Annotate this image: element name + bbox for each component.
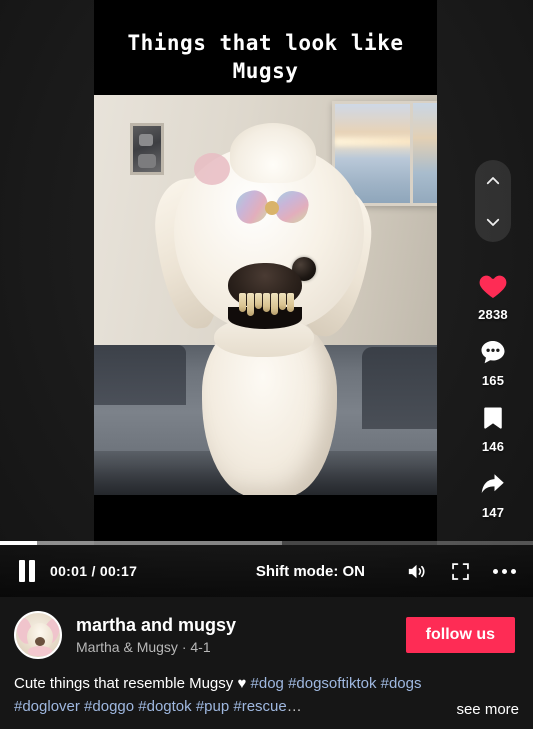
- heart-icon[interactable]: [475, 268, 511, 304]
- like-count: 2838: [478, 307, 508, 322]
- dog-subject: [144, 117, 394, 495]
- video-caption: Cute things that resemble Mugsy ♥ #dog #…: [14, 673, 446, 718]
- dog-teeth: [232, 293, 300, 319]
- comment-action[interactable]: 165: [475, 334, 511, 388]
- share-action[interactable]: 147: [475, 466, 511, 520]
- caption-hashtags-line2[interactable]: #doglover #doggo #dogtok #pup #rescue: [14, 698, 287, 715]
- volume-on-icon[interactable]: [401, 556, 431, 586]
- video-photo: [94, 95, 437, 495]
- fullscreen-icon[interactable]: [445, 556, 475, 586]
- caption-ellipsis: …: [286, 697, 302, 715]
- author-row: martha and mugsy Martha & Mugsy · 4-1 fo…: [14, 611, 519, 659]
- hair-bow-icon: [233, 188, 311, 226]
- chevron-up-icon[interactable]: [484, 172, 502, 190]
- comment-icon[interactable]: [475, 334, 511, 370]
- author-username[interactable]: martha and mugsy: [76, 615, 406, 637]
- tiktok-video-player: Things that look like Mugsy 2838 165 146…: [0, 0, 533, 729]
- wall-art-far-right: [410, 103, 437, 203]
- dog-pigtail: [194, 153, 230, 185]
- bookmark-action[interactable]: 146: [475, 400, 511, 454]
- caption-text: Cute things that resemble Mugsy: [14, 675, 238, 692]
- bookmark-icon[interactable]: [475, 400, 511, 436]
- author-subtitle: Martha & Mugsy · 4-1: [76, 638, 211, 655]
- avatar[interactable]: [14, 611, 62, 659]
- share-count: 147: [481, 505, 505, 520]
- video-navigation-pill[interactable]: [475, 160, 511, 242]
- heart-glyph-icon: ♥: [237, 675, 247, 692]
- time-display: 00:01 / 00:17: [50, 563, 138, 579]
- author-texts: martha and mugsy Martha & Mugsy · 4-1: [76, 615, 406, 655]
- video-frame[interactable]: Things that look like Mugsy: [94, 0, 437, 545]
- controls-row: 00:01 / 00:17 Shift mode: ON: [0, 545, 533, 597]
- shift-mode-label[interactable]: Shift mode: ON: [256, 563, 365, 580]
- chevron-down-icon[interactable]: [484, 213, 502, 231]
- see-more-button[interactable]: see more: [456, 701, 519, 718]
- more-ellipsis-icon[interactable]: [489, 556, 519, 586]
- follow-button[interactable]: follow us: [405, 617, 515, 653]
- pause-icon[interactable]: [14, 558, 40, 584]
- bookmark-count: 146: [481, 439, 505, 454]
- comment-count: 165: [481, 373, 505, 388]
- share-icon[interactable]: [475, 466, 511, 502]
- like-action[interactable]: 2838: [475, 268, 511, 322]
- action-rail: 2838 165 146 147: [467, 160, 519, 532]
- video-stage[interactable]: Things that look like Mugsy 2838 165 146…: [0, 0, 533, 597]
- video-overlay-title: Things that look like Mugsy: [127, 31, 417, 83]
- video-meta-panel: martha and mugsy Martha & Mugsy · 4-1 fo…: [0, 597, 533, 729]
- caption-row: Cute things that resemble Mugsy ♥ #dog #…: [14, 673, 519, 718]
- dog-topknot: [230, 123, 316, 183]
- caption-hashtags-line1[interactable]: #dog #dogsoftiktok #dogs: [251, 675, 422, 692]
- video-controls-bar: 00:01 / 00:17 Shift mode: ON: [0, 541, 533, 597]
